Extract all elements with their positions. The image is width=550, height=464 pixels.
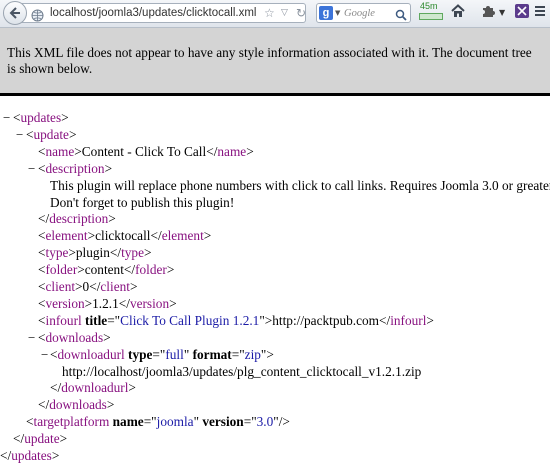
url-text: localhost/joomla3/updates/clicktocall.xm…: [50, 7, 257, 19]
back-arrow-icon: [9, 7, 20, 19]
google-icon[interactable]: g: [319, 6, 333, 20]
search-icon[interactable]: [395, 6, 407, 25]
xml-line-open: <updates>: [13, 110, 69, 125]
xml-line-leaf: <type>plugin</type>: [38, 245, 152, 261]
xml-text-node: This plugin will replace phone numbers w…: [50, 177, 550, 193]
xml-tag-name: version: [129, 295, 170, 311]
xml-text-node: http://localhost/joomla3/updates/plg_con…: [62, 363, 422, 379]
collapse-toggle-icon[interactable]: −: [41, 347, 48, 363]
xml-line-leaf: <element>clicktocall</element>: [38, 228, 212, 244]
globe-icon: [31, 7, 44, 26]
xml-line-leaf: <version>1.2.1</version>: [38, 295, 177, 311]
xml-tag-name: version: [45, 295, 85, 311]
collapse-toggle-icon[interactable]: −: [16, 127, 23, 143]
search-engine-dropdown-icon[interactable]: ▼: [335, 9, 340, 17]
search-input[interactable]: [344, 6, 394, 20]
xml-attr-name: version: [202, 414, 244, 430]
xml-line-leaf: <infourl title="Click To Call Plugin 1.2…: [38, 312, 434, 328]
xml-tag-name: folder: [135, 262, 167, 278]
xml-tag-name: folder: [45, 262, 78, 278]
xml-text-node: content: [84, 262, 124, 278]
xml-tag-name: type: [45, 245, 69, 261]
xml-attr-value: zip: [244, 346, 261, 362]
xml-tag-name: infourl: [390, 312, 427, 328]
xml-tag-name: downloadurl: [57, 346, 125, 362]
address-bar[interactable]: localhost/joomla3/updates/clicktocall.xm…: [22, 3, 306, 23]
collapse-toggle-icon[interactable]: −: [28, 330, 35, 346]
xml-attr-value: full: [165, 346, 184, 362]
xml-tag-name: updates: [20, 110, 62, 125]
xml-tag-name: description: [49, 211, 109, 227]
xml-tag-name: infourl: [45, 312, 82, 328]
xml-tag-name: targetplatform: [33, 414, 110, 430]
xml-text-node: http://packtpub.com: [272, 312, 379, 328]
addon-puzzle-icon[interactable]: [480, 3, 496, 23]
xml-attr-name: title: [85, 312, 108, 328]
xml-line-open: <downloads>: [38, 329, 111, 345]
reload-icon[interactable]: ↻: [296, 6, 306, 20]
xml-line-close: </update>: [13, 431, 68, 447]
xml-text-node: Content - Click To Call: [81, 143, 207, 159]
xml-tag-name: element: [45, 228, 88, 244]
timer-addon-icon[interactable]: 45m: [418, 1, 444, 23]
xml-tag-name: update: [24, 431, 60, 447]
back-button[interactable]: [3, 1, 27, 25]
browser-toolbar: localhost/joomla3/updates/clicktocall.xm…: [0, 0, 550, 28]
xml-line-close: </downloadurl>: [50, 380, 136, 396]
xml-attr-value: joomla: [156, 414, 194, 430]
xml-text-node: plugin: [75, 245, 110, 261]
xml-info-text: This XML file does not appear to have an…: [7, 45, 532, 76]
xml-attr-name: name: [112, 414, 144, 430]
xml-tag-name: client: [100, 279, 130, 294]
collapse-toggle-icon[interactable]: −: [3, 110, 10, 126]
xml-line-leaf: <name>Content - Click To Call</name>: [38, 143, 254, 159]
xml-attr-name: type: [128, 346, 153, 362]
xml-tag-name: description: [45, 160, 105, 176]
menu-icon[interactable]: [534, 3, 546, 23]
xml-line-open: <update>: [26, 126, 77, 142]
xml-attr-name: format: [192, 346, 232, 362]
bookmark-star-icon[interactable]: ☆: [264, 6, 275, 20]
xml-line-leaf: <folder>content</folder>: [38, 262, 175, 278]
history-dropdown-icon[interactable]: ▽: [281, 8, 288, 18]
xml-tag-name: update: [33, 126, 69, 142]
collapse-toggle-icon[interactable]: −: [28, 161, 35, 177]
xml-text-node: 1.2.1: [92, 295, 119, 311]
xml-line-close: </updates>: [0, 448, 60, 463]
xml-tag-name: element: [161, 228, 204, 244]
xml-tag-name: downloads: [45, 329, 104, 345]
xml-line-close: </description>: [38, 211, 116, 227]
xml-tag-name: name: [217, 143, 247, 159]
xml-tag-name: updates: [11, 448, 52, 463]
xml-text-node: Don't forget to publish this plugin!: [50, 194, 235, 210]
home-icon[interactable]: [450, 3, 466, 23]
xml-line-text: Don't forget to publish this plugin!: [50, 195, 234, 211]
xml-line-open: <downloadurl type="full" format="zip">: [50, 346, 274, 362]
xml-text-node: clicktocall: [95, 228, 151, 244]
xml-line-leaf: <client>0</client>: [38, 279, 138, 294]
xml-info-banner: This XML file does not appear to have an…: [0, 28, 550, 96]
addon-dropdown-icon[interactable]: ▼: [499, 8, 505, 17]
xml-attr-value: Click To Call Plugin 1.2.1: [120, 312, 260, 328]
xml-tag-name: name: [45, 143, 75, 159]
xml-line-text: http://localhost/joomla3/updates/plg_con…: [62, 364, 421, 380]
extension-icon[interactable]: [514, 3, 530, 23]
xml-tag-name: downloadurl: [61, 380, 129, 396]
xml-attr-value: 3.0: [256, 414, 274, 430]
xml-line-selfclose: <targetplatform name="joomla" version="3…: [26, 414, 290, 430]
xml-tag-name: downloads: [49, 397, 107, 413]
xml-line-close: </downloads>: [38, 397, 115, 413]
search-bar[interactable]: g ▼: [316, 3, 411, 23]
xml-tag-name: type: [121, 245, 144, 261]
xml-tag-name: client: [45, 279, 76, 294]
xml-line-text: This plugin will replace phone numbers w…: [50, 178, 550, 194]
xml-line-open: <description>: [38, 160, 113, 176]
